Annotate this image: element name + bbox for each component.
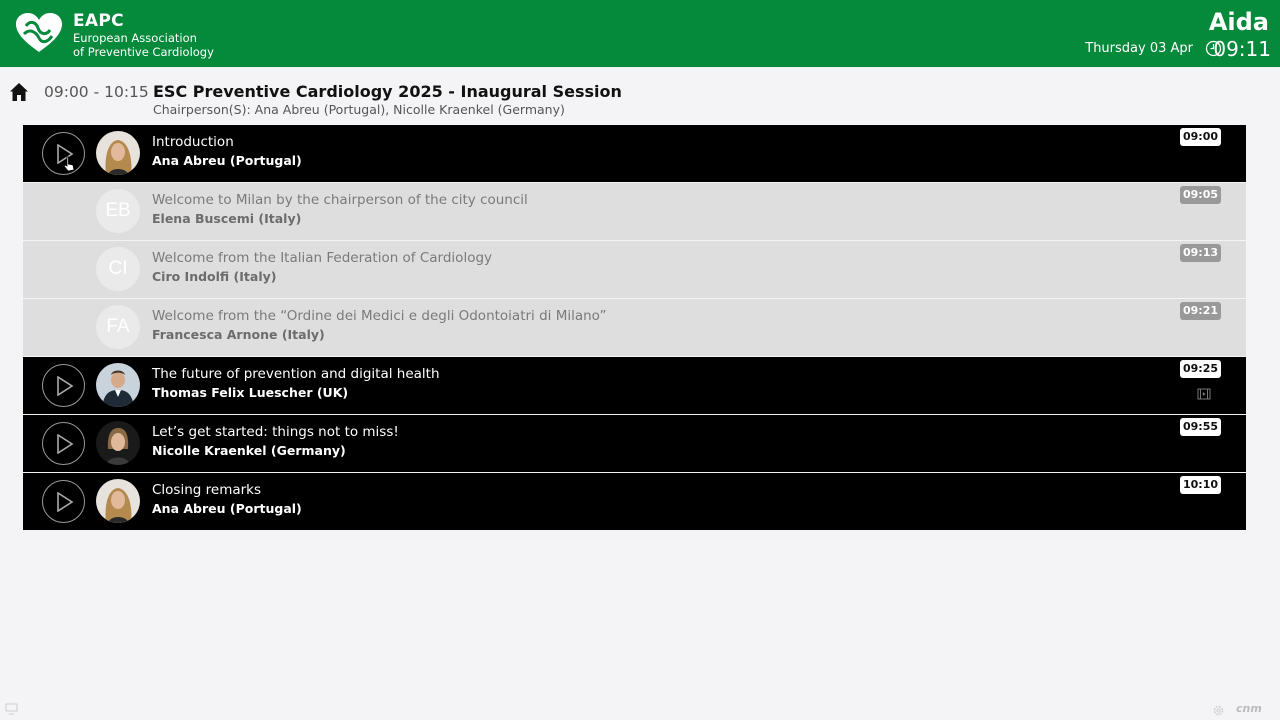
play-button[interactable] xyxy=(42,480,85,523)
talk-title: Welcome to Milan by the chairperson of t… xyxy=(152,192,528,208)
talk-list: Introduction Ana Abreu (Portugal) 09:00 … xyxy=(23,125,1246,531)
talk-speaker: Elena Buscemi (Italy) xyxy=(152,211,302,226)
brand-title: EAPC xyxy=(73,11,124,31)
talk-title: Closing remarks xyxy=(152,482,262,498)
play-button[interactable] xyxy=(42,422,85,465)
talk-row[interactable]: Closing remarks Ana Abreu (Portugal) 10:… xyxy=(23,473,1246,530)
speaker-avatar xyxy=(96,479,140,523)
talk-speaker: Ana Abreu (Portugal) xyxy=(152,501,302,516)
play-icon xyxy=(57,376,74,396)
talk-speaker: Thomas Felix Luescher (UK) xyxy=(152,385,349,400)
speaker-initials-avatar: CI xyxy=(96,247,140,291)
speaker-avatar xyxy=(96,421,140,465)
talk-row: FA Welcome from the “Ordine dei Medici e… xyxy=(23,299,1246,356)
speaker-avatar xyxy=(96,363,140,407)
talk-title: Introduction xyxy=(152,134,234,150)
talk-row: CI Welcome from the Italian Federation o… xyxy=(23,241,1246,298)
top-header: EAPC European Association of Preventive … xyxy=(0,0,1280,67)
speaker-initials-avatar: EB xyxy=(96,189,140,233)
brand-subtitle-line2: of Preventive Cardiology xyxy=(73,45,214,59)
gear-icon[interactable] xyxy=(1212,704,1225,717)
hand-cursor-icon xyxy=(63,156,75,172)
eapc-heart-logo-icon xyxy=(16,13,62,52)
talk-speaker: Francesca Arnone (Italy) xyxy=(152,327,325,342)
brand-subtitle-line1: European Association xyxy=(73,31,197,45)
user-name[interactable]: Aida xyxy=(1209,8,1269,36)
chair-names: Ana Abreu (Portugal), Nicolle Kraenkel (… xyxy=(254,102,565,117)
talk-time-badge: 09:00 xyxy=(1179,128,1221,146)
chair-label: Chairperson(S): xyxy=(153,102,251,117)
talk-row[interactable]: Let’s get started: things not to miss! N… xyxy=(23,415,1246,472)
talk-time-badge: 09:55 xyxy=(1179,418,1221,436)
talk-time-badge: 09:13 xyxy=(1179,244,1221,262)
talk-row: EB Welcome to Milan by the chairperson o… xyxy=(23,183,1246,240)
speaker-avatar xyxy=(96,131,140,175)
brand-block: EAPC European Association of Preventive … xyxy=(73,11,214,59)
play-icon xyxy=(57,492,74,512)
talk-title: Let’s get started: things not to miss! xyxy=(152,424,399,440)
session-time-range: 09:00 - 10:15 xyxy=(44,83,149,101)
talk-row[interactable]: The future of prevention and digital hea… xyxy=(23,357,1246,414)
session-title: ESC Preventive Cardiology 2025 - Inaugur… xyxy=(153,82,622,101)
video-icon[interactable] xyxy=(1197,388,1211,400)
talk-title: Welcome from the Italian Federation of C… xyxy=(152,250,493,266)
talk-time-badge: 09:21 xyxy=(1179,302,1221,320)
talk-speaker: Ana Abreu (Portugal) xyxy=(152,153,302,168)
play-button[interactable] xyxy=(42,364,85,407)
talk-time-badge: 09:25 xyxy=(1179,360,1221,378)
talk-speaker: Nicolle Kraenkel (Germany) xyxy=(152,443,346,458)
current-time: 09:11 xyxy=(1213,37,1271,61)
play-icon xyxy=(57,434,74,454)
talk-title: Welcome from the “Ordine dei Medici e de… xyxy=(152,308,607,324)
talk-time-badge: 09:05 xyxy=(1179,186,1221,204)
talk-title: The future of prevention and digital hea… xyxy=(152,366,440,382)
talk-time-badge: 10:10 xyxy=(1179,476,1221,494)
speaker-initials-avatar: FA xyxy=(96,305,140,349)
chairpersons-line: Chairperson(S): Ana Abreu (Portugal), Ni… xyxy=(153,102,565,117)
talk-row[interactable]: Introduction Ana Abreu (Portugal) 09:00 xyxy=(23,125,1246,182)
screen-icon[interactable] xyxy=(5,703,18,715)
footer-brand-logo: cnm xyxy=(1236,702,1262,715)
current-date: Thursday 03 Apr xyxy=(1085,41,1193,56)
home-icon[interactable] xyxy=(9,82,29,102)
talk-speaker: Ciro Indolfi (Italy) xyxy=(152,269,277,284)
